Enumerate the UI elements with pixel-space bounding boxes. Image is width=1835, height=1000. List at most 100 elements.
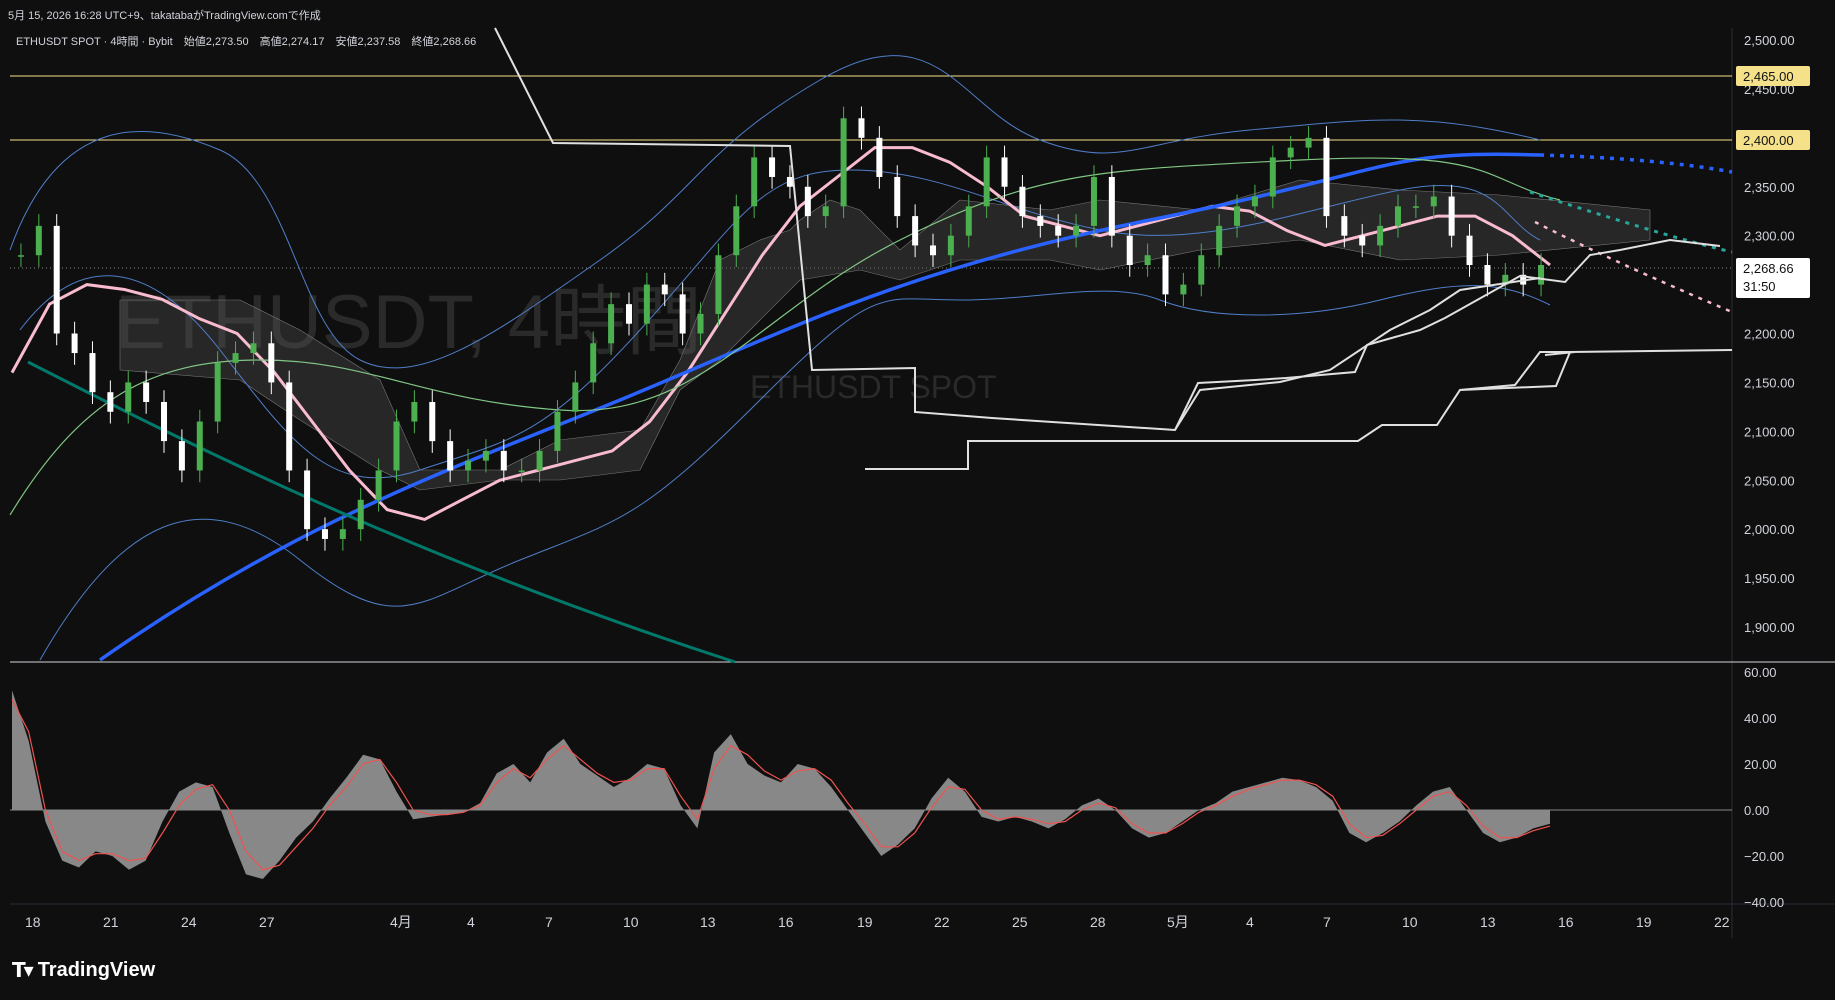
candle-body bbox=[35, 225, 42, 256]
oscillator-tick-label: −40.00 bbox=[1744, 895, 1784, 910]
candle-body bbox=[1162, 255, 1169, 295]
candle-body bbox=[214, 362, 221, 422]
candle-body bbox=[804, 186, 811, 217]
price-tick-label: 2,500.00 bbox=[1744, 33, 1795, 48]
candle-body bbox=[1216, 225, 1223, 256]
oscillator-tick-label: 60.00 bbox=[1744, 665, 1777, 680]
candle-body bbox=[286, 382, 293, 471]
candle-body bbox=[983, 157, 990, 207]
candle-body bbox=[1234, 206, 1241, 226]
candle-body bbox=[625, 304, 632, 324]
time-tick-label: 5月 bbox=[1167, 914, 1189, 930]
legend-symbol: ETHUSDT SPOT · 4時間 · Bybit bbox=[16, 35, 173, 48]
candle-body bbox=[178, 441, 185, 471]
legend-open-value: 2,273.50 bbox=[206, 36, 249, 48]
candle-body bbox=[411, 401, 418, 422]
candle-body bbox=[1055, 225, 1062, 236]
legend-high-value: 2,274.17 bbox=[282, 36, 325, 48]
candle-body bbox=[1466, 235, 1473, 266]
tradingview-wordmark: TradingView bbox=[37, 958, 156, 981]
price-tick-label: 2,000.00 bbox=[1744, 522, 1795, 537]
candle-body bbox=[429, 401, 436, 442]
candle-body bbox=[572, 382, 579, 412]
time-tick-label: 16 bbox=[1558, 914, 1574, 930]
candle-body bbox=[500, 450, 507, 471]
candle-body bbox=[1108, 176, 1115, 236]
candle-body bbox=[304, 470, 311, 530]
candle-body bbox=[482, 450, 489, 461]
candle-body bbox=[1377, 225, 1384, 246]
time-tick-label: 22 bbox=[934, 914, 950, 930]
candle-body bbox=[1001, 157, 1008, 187]
candle-body bbox=[894, 176, 901, 217]
candle-body bbox=[661, 284, 668, 295]
candle-body bbox=[1251, 196, 1258, 207]
price-tick-label: 2,100.00 bbox=[1744, 424, 1795, 439]
legend-close-value: 2,268.66 bbox=[433, 36, 476, 48]
price-axis[interactable]: 2,500.002,450.002,400.002,350.002,300.00… bbox=[1744, 33, 1795, 635]
price-tick-label: 2,150.00 bbox=[1744, 375, 1795, 390]
candle-body bbox=[518, 470, 525, 472]
candle-body bbox=[447, 441, 454, 471]
price-tick-label: 2,050.00 bbox=[1744, 473, 1795, 488]
candle-body bbox=[143, 382, 150, 402]
candle-body bbox=[536, 450, 543, 471]
candle-body bbox=[89, 353, 96, 393]
candle-body bbox=[930, 245, 937, 256]
candle-body bbox=[1430, 196, 1437, 207]
candle-body bbox=[1448, 196, 1455, 236]
chart-canvas[interactable]: ETHUSDT, 4時間 ETHUSDT SPOT 2,500.002,450.… bbox=[0, 0, 1835, 1000]
candle-body bbox=[17, 255, 24, 257]
time-axis[interactable]: 18 21 24 27 4月 4 7 10 13 16 19 22 25 28 5月 4 7 10 13 16 19 22 bbox=[25, 914, 1730, 930]
candle-body bbox=[840, 118, 847, 207]
price-tick-label: 2,350.00 bbox=[1744, 180, 1795, 195]
candle-body bbox=[196, 421, 203, 471]
candle-body bbox=[357, 499, 364, 530]
candle-body bbox=[1269, 157, 1276, 197]
time-tick-label: 27 bbox=[259, 914, 275, 930]
candle-body bbox=[125, 382, 132, 412]
candle-body bbox=[161, 401, 168, 442]
candle-body bbox=[1198, 255, 1205, 285]
candle-body bbox=[876, 137, 883, 177]
legend-low-label: 安値 bbox=[336, 34, 358, 48]
candle-body bbox=[1341, 216, 1348, 236]
candle-body bbox=[465, 460, 472, 471]
candle-body bbox=[912, 216, 919, 246]
candle-body bbox=[1412, 206, 1419, 208]
time-tick-label: 7 bbox=[545, 914, 553, 930]
time-tick-label: 24 bbox=[181, 914, 197, 930]
candle-body bbox=[1073, 225, 1080, 236]
time-tick-label: 10 bbox=[1402, 914, 1418, 930]
time-tick-label: 4 bbox=[467, 914, 475, 930]
time-tick-label: 22 bbox=[1714, 914, 1730, 930]
time-tick-label: 16 bbox=[778, 914, 794, 930]
price-tick-label: 2,200.00 bbox=[1744, 327, 1795, 342]
time-tick-label: 10 bbox=[623, 914, 639, 930]
badge-level-upper: 2,465.00 bbox=[1736, 66, 1810, 86]
candle-body bbox=[1287, 147, 1294, 158]
legend-low-value: 2,237.58 bbox=[358, 36, 401, 48]
candle-body bbox=[858, 118, 865, 138]
time-tick-label: 19 bbox=[1636, 914, 1652, 930]
oscillator-axis[interactable]: 60.00 40.00 20.00 0.00 −20.00 −40.00 bbox=[1744, 665, 1784, 910]
price-tick-label: 2,300.00 bbox=[1744, 229, 1795, 244]
time-tick-label: 21 bbox=[103, 914, 119, 930]
legend-close-label: 終値 bbox=[411, 34, 433, 48]
candle-body bbox=[786, 176, 793, 187]
badge-last-price-text: 2,268.66 bbox=[1743, 261, 1794, 276]
time-tick-label: 19 bbox=[857, 914, 873, 930]
candle-body bbox=[822, 206, 829, 217]
candle-body bbox=[250, 343, 257, 354]
candle-body bbox=[53, 225, 60, 334]
candle-body bbox=[1126, 235, 1133, 266]
candle-body bbox=[751, 157, 758, 207]
tradingview-branding[interactable]: T▾ TradingView bbox=[12, 958, 155, 982]
candle-body bbox=[71, 333, 78, 354]
candle-body bbox=[268, 343, 275, 383]
time-tick-label: 4 bbox=[1246, 914, 1254, 930]
candle-body bbox=[608, 304, 615, 344]
oscillator-tick-label: 40.00 bbox=[1744, 711, 1777, 726]
candle-body bbox=[1144, 255, 1151, 266]
candle-body bbox=[554, 411, 561, 451]
